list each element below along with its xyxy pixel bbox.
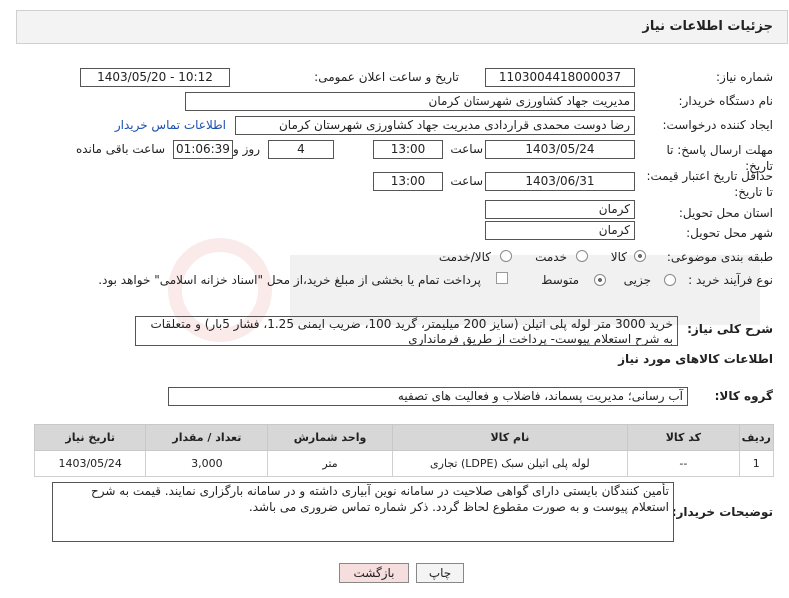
treasury-payment-text: پرداخت تمام یا بخشی از مبلغ خرید،از محل …	[98, 273, 481, 287]
process-medium-radio[interactable]	[594, 274, 606, 286]
announce-value: 1403/05/20 - 10:12	[80, 68, 230, 87]
process-small-label: جزیی	[623, 273, 651, 287]
cell-name: لوله پلی اتیلن سبک (LDPE) تجاری	[391, 450, 629, 477]
buyer-contact-link[interactable]: اطلاعات تماس خریدار	[115, 118, 226, 132]
page-header: جزئیات اطلاعات نیاز	[16, 10, 788, 44]
buyer-notes-label: توضیحات خریدار:	[671, 505, 773, 519]
cell-row: 1	[738, 450, 775, 477]
need-number-label: شماره نیاز:	[716, 70, 773, 84]
city-label: شهر محل تحویل:	[686, 226, 773, 240]
deadline-date: 1403/05/24	[485, 140, 635, 159]
cell-date: 1403/05/24	[33, 450, 147, 477]
col-date-header: تاریخ نیاز	[33, 424, 147, 451]
buyer-value: مدیریت جهاد کشاورزی شهرستان کرمان	[185, 92, 635, 111]
days-remaining: 4	[268, 140, 334, 159]
category-goods-label: کالا	[610, 250, 627, 264]
deadline-time: 13:00	[373, 140, 443, 159]
table-header-row: ردیف کد کالا نام کالا واحد شمارش تعداد /…	[33, 424, 775, 451]
col-row-header: ردیف	[738, 424, 775, 451]
category-service-radio[interactable]	[576, 250, 588, 262]
process-small-radio[interactable]	[664, 274, 676, 286]
treasury-payment-checkbox[interactable]	[496, 272, 508, 284]
time-remaining: 01:06:39	[173, 140, 233, 159]
creator-value: رضا دوست محمدی قراردادی مدیریت جهاد کشاو…	[235, 116, 635, 135]
goods-group-value: آب رسانی؛ مدیریت پسماند، فاضلاب و فعالیت…	[168, 387, 688, 406]
process-medium-label: متوسط	[541, 273, 579, 287]
days-label: روز و	[233, 142, 260, 156]
buyer-notes-value: تأمین کنندگان بایستی دارای گواهی صلاحیت …	[52, 482, 674, 542]
cell-code: --	[627, 450, 740, 477]
summary-label: شرح کلی نیاز:	[687, 322, 773, 336]
page-title: جزئیات اطلاعات نیاز	[642, 19, 773, 34]
validity-time-label: ساعت	[450, 174, 483, 188]
goods-info-title: اطلاعات کالاهای مورد نیاز	[618, 352, 773, 366]
province-value: کرمان	[485, 200, 635, 219]
category-service-label: خدمت	[535, 250, 567, 264]
category-both-label: کالا/خدمت	[438, 250, 491, 264]
city-value: کرمان	[485, 221, 635, 240]
col-code-header: کد کالا	[627, 424, 740, 451]
province-label: استان محل تحویل:	[678, 206, 773, 220]
validity-time: 13:00	[373, 172, 443, 191]
announce-label: تاریخ و ساعت اعلان عمومی:	[314, 70, 459, 84]
table-row: 1 -- لوله پلی اتیلن سبک (LDPE) تجاری متر…	[33, 450, 775, 477]
items-table: ردیف کد کالا نام کالا واحد شمارش تعداد /…	[33, 424, 775, 477]
summary-value: خرید 3000 متر لوله پلی اتیلن (سایز 200 م…	[135, 316, 678, 346]
col-name-header: نام کالا	[391, 424, 629, 451]
category-label: طبقه بندی موضوعی:	[666, 250, 773, 264]
deadline-time-label: ساعت	[450, 142, 483, 156]
col-unit-header: واحد شمارش	[267, 424, 393, 451]
cell-qty: 3,000	[145, 450, 269, 477]
creator-label: ایجاد کننده درخواست:	[662, 118, 773, 132]
category-goods-radio[interactable]	[634, 250, 646, 262]
remaining-label: ساعت باقی مانده	[75, 142, 165, 156]
buyer-label: نام دستگاه خریدار:	[678, 94, 774, 108]
print-button[interactable]: چاپ	[416, 563, 464, 583]
process-label: نوع فرآیند خرید :	[688, 273, 773, 287]
col-qty-header: تعداد / مقدار	[145, 424, 269, 451]
back-button[interactable]: بازگشت	[339, 563, 409, 583]
validity-label: حداقل تاریخ اعتبار قیمت: تا تاریخ:	[646, 169, 773, 199]
goods-group-label: گروه کالا:	[714, 389, 773, 403]
need-number-value: 1103004418000037	[485, 68, 635, 87]
cell-unit: متر	[267, 450, 393, 477]
category-both-radio[interactable]	[500, 250, 512, 262]
validity-date: 1403/06/31	[485, 172, 635, 191]
